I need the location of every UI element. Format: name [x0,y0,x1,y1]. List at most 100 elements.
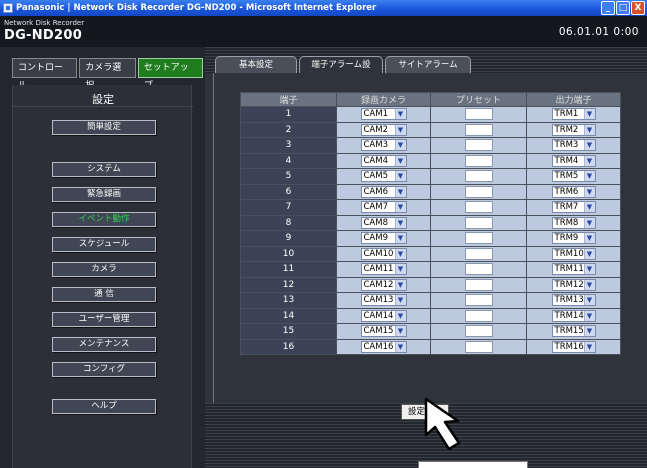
chevron-down-icon[interactable]: ▼ [394,109,406,120]
menu-config-button[interactable]: コンフィグ [52,362,156,377]
chevron-down-icon[interactable]: ▼ [583,171,595,182]
preset-input[interactable] [464,325,493,338]
chevron-down-icon[interactable]: ▼ [583,124,595,135]
preset-input[interactable] [464,294,493,307]
preset-input[interactable] [464,185,493,198]
chevron-down-icon[interactable]: ▼ [394,326,406,337]
recording-camera-select[interactable]: CAM10 ▼ [360,247,407,260]
output-terminal-select[interactable]: TRM3 ▼ [551,139,596,152]
recording-camera-select[interactable]: CAM6 ▼ [360,185,407,198]
recording-camera-select[interactable]: CAM16 ▼ [360,340,407,353]
menu-schedule-button[interactable]: スケジュール [52,237,156,252]
chevron-down-icon[interactable]: ▼ [583,295,595,306]
preset-input[interactable] [464,309,493,322]
preset-input[interactable] [464,232,493,245]
menu-help-button[interactable]: ヘルプ [52,399,156,414]
menu-maintenance-button[interactable]: メンテナンス [52,337,156,352]
preset-input[interactable] [464,154,493,167]
chevron-down-icon[interactable]: ▼ [394,202,406,213]
preset-input[interactable] [464,139,493,152]
output-terminal-select[interactable]: TRM13 ▼ [551,294,596,307]
chevron-down-icon[interactable]: ▼ [583,109,595,120]
recording-camera-select[interactable]: CAM15 ▼ [360,325,407,338]
preset-input[interactable] [464,170,493,183]
output-terminal-select[interactable]: TRM9 ▼ [551,232,596,245]
chevron-down-icon[interactable]: ▼ [583,217,595,228]
preset-input[interactable] [464,263,493,276]
tab-site-alarm-settings[interactable]: サイトアラーム設定 [385,56,471,86]
tab-basic-settings[interactable]: 基本設定 [215,56,297,73]
chevron-down-icon[interactable]: ▼ [394,264,406,275]
preset-input[interactable] [464,247,493,260]
recording-camera-select[interactable]: CAM8 ▼ [360,216,407,229]
recording-camera-select[interactable]: CAM9 ▼ [360,232,407,245]
chevron-down-icon[interactable]: ▼ [394,310,406,321]
chevron-down-icon[interactable]: ▼ [394,171,406,182]
output-terminal-select[interactable]: TRM7 ▼ [551,201,596,214]
chevron-down-icon[interactable]: ▼ [583,186,595,197]
output-terminal-select[interactable]: TRM1 ▼ [551,108,596,121]
tab-terminal-alarm-settings[interactable]: 端子アラーム設定 [299,56,383,86]
recording-camera-select[interactable]: CAM14 ▼ [360,309,407,322]
output-terminal-select[interactable]: TRM4 ▼ [551,154,596,167]
recording-camera-select[interactable]: CAM5 ▼ [360,170,407,183]
preset-input[interactable] [464,216,493,229]
chevron-down-icon[interactable]: ▼ [583,233,595,244]
output-terminal-select[interactable]: TRM14 ▼ [551,309,596,322]
chevron-down-icon[interactable]: ▼ [583,155,595,166]
menu-communication-button[interactable]: 通 信 [52,287,156,302]
menu-emergency-recording-button[interactable]: 緊急録画 [52,187,156,202]
chevron-down-icon[interactable]: ▼ [394,248,406,259]
chevron-down-icon[interactable]: ▼ [583,310,595,321]
chevron-down-icon[interactable]: ▼ [394,217,406,228]
recording-camera-select[interactable]: CAM11 ▼ [360,263,407,276]
output-terminal-select[interactable]: TRM15 ▼ [551,325,596,338]
chevron-down-icon[interactable]: ▼ [394,233,406,244]
recording-camera-select[interactable]: CAM13 ▼ [360,294,407,307]
chevron-down-icon[interactable]: ▼ [394,155,406,166]
preset-input[interactable] [464,123,493,136]
recording-camera-select[interactable]: CAM4 ▼ [360,154,407,167]
recording-camera-select[interactable]: CAM1 ▼ [360,108,407,121]
preset-input[interactable] [464,108,493,121]
menu-system-button[interactable]: システム [52,162,156,177]
recording-camera-select[interactable]: CAM7 ▼ [360,201,407,214]
preset-input[interactable] [464,278,493,291]
preset-input[interactable] [464,201,493,214]
output-terminal-select[interactable]: TRM5 ▼ [551,170,596,183]
output-terminal-select[interactable]: TRM2 ▼ [551,123,596,136]
output-terminal-select[interactable]: TRM11 ▼ [551,263,596,276]
close-button[interactable]: X [631,1,645,15]
menu-user-management-button[interactable]: ユーザー管理 [52,312,156,327]
menu-camera-button[interactable]: カメラ [52,262,156,277]
chevron-down-icon[interactable]: ▼ [583,279,595,290]
chevron-down-icon[interactable]: ▼ [583,264,595,275]
mode-tab-camera-select[interactable]: カメラ選択 [79,58,136,91]
chevron-down-icon[interactable]: ▼ [583,140,595,151]
menu-event-action-button[interactable]: イベント動作 [52,212,156,227]
maximize-button[interactable]: □ [616,1,630,15]
mode-tab-setup[interactable]: セットアップ [137,58,203,91]
recording-camera-select[interactable]: CAM12 ▼ [360,278,407,291]
menu-easy-setup-button[interactable]: 簡単設定 [52,120,156,135]
output-terminal-select[interactable]: TRM10 ▼ [551,247,596,260]
output-terminal-select[interactable]: TRM8 ▼ [551,216,596,229]
preset-input[interactable] [464,340,493,353]
chevron-down-icon[interactable]: ▼ [394,295,406,306]
minimize-button[interactable]: _ [601,1,615,15]
mode-tab-control[interactable]: コントロール [12,58,78,91]
recording-camera-select[interactable]: CAM2 ▼ [360,123,407,136]
chevron-down-icon[interactable]: ▼ [583,341,595,352]
chevron-down-icon[interactable]: ▼ [583,202,595,213]
chevron-down-icon[interactable]: ▼ [394,279,406,290]
chevron-down-icon[interactable]: ▼ [394,186,406,197]
chevron-down-icon[interactable]: ▼ [394,140,406,151]
recording-camera-select[interactable]: CAM3 ▼ [360,139,407,152]
chevron-down-icon[interactable]: ▼ [583,326,595,337]
output-terminal-select[interactable]: TRM16 ▼ [551,340,596,353]
chevron-down-icon[interactable]: ▼ [394,341,406,352]
chevron-down-icon[interactable]: ▼ [394,124,406,135]
chevron-down-icon[interactable]: ▼ [583,248,595,259]
output-terminal-select[interactable]: TRM12 ▼ [551,278,596,291]
output-terminal-select[interactable]: TRM6 ▼ [551,185,596,198]
